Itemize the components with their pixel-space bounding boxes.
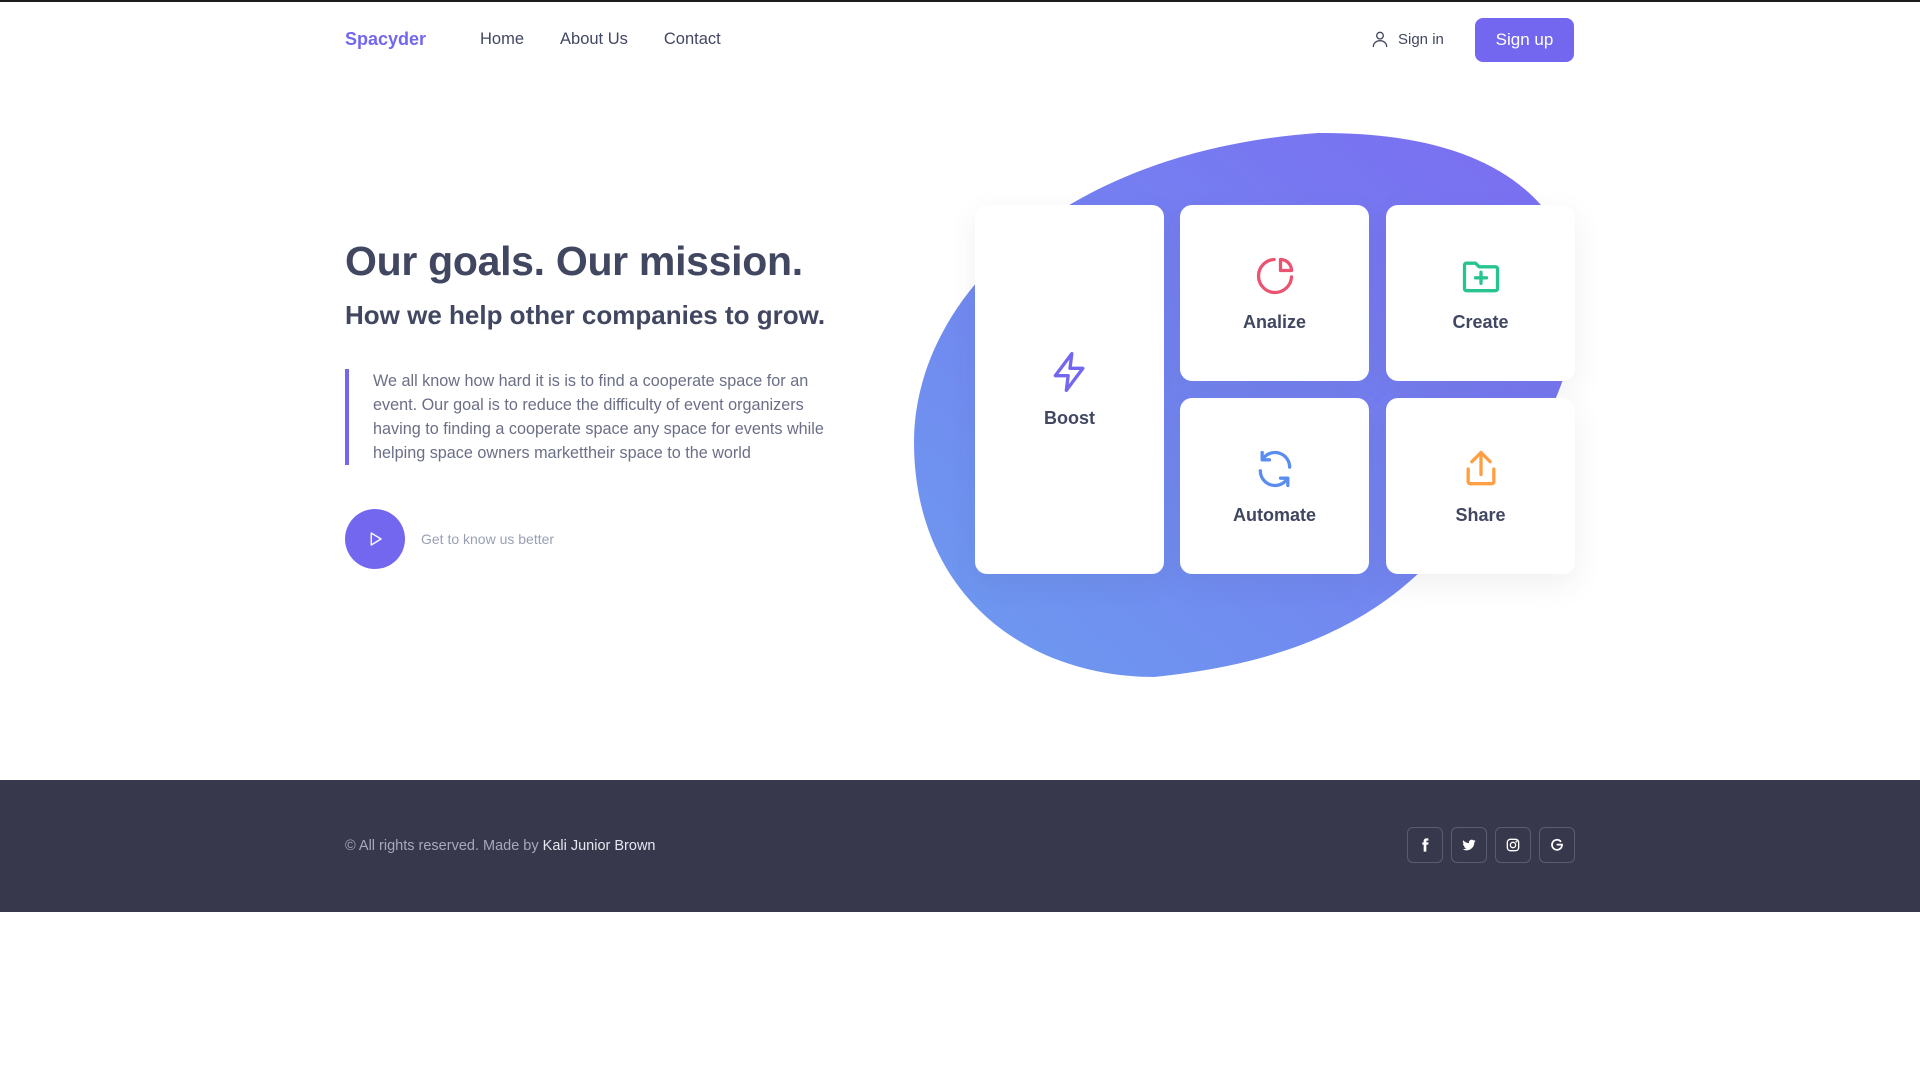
facebook-icon [1422,838,1429,852]
feature-card-create[interactable]: Create [1386,205,1575,381]
header: Spacyder Home About Us Contact Sign in S… [0,2,1920,76]
feature-card-boost[interactable]: Boost [975,205,1164,574]
sign-up-button[interactable]: Sign up [1475,18,1574,62]
video-cta: Get to know us better [345,509,554,569]
copyright-text: © All rights reserved. Made by [345,838,543,854]
twitter-icon [1462,839,1476,851]
feature-label: Create [1452,311,1509,332]
google-icon [1551,838,1563,851]
refresh-icon [1258,450,1291,487]
sign-in-label: Sign in [1398,30,1444,48]
video-cta-label[interactable]: Get to know us better [421,531,554,547]
feature-card-share[interactable]: Share [1386,398,1575,574]
logo[interactable]: Spacyder [345,29,426,50]
play-button[interactable] [345,509,405,569]
mission-description: We all know how hard it is is to find a … [373,372,824,462]
play-icon [370,532,382,546]
nav-contact[interactable]: Contact [664,30,721,49]
hero-title: Our goals. Our mission. [345,238,803,284]
feature-card-automate[interactable]: Automate [1180,398,1369,574]
main-nav: Home About Us Contact [480,30,721,49]
social-links [1407,827,1575,863]
nav-about-us[interactable]: About Us [560,30,628,49]
user-icon [1372,31,1388,48]
feature-label: Automate [1232,504,1316,525]
instagram-icon [1506,838,1520,852]
nav-home[interactable]: Home [480,30,524,49]
author-link[interactable]: Kali Junior Brown [543,838,656,854]
feature-card-analize[interactable]: Analize [1180,205,1369,381]
facebook-button[interactable] [1407,827,1443,863]
twitter-button[interactable] [1451,827,1487,863]
hero-subtitle: How we help other companies to grow. [345,300,826,330]
footer: © All rights reserved. Made by Kali Juni… [0,780,1920,912]
feature-label: Share [1455,504,1506,525]
instagram-button[interactable] [1495,827,1531,863]
lightning-icon [1053,352,1084,392]
feature-label: Analize [1242,311,1307,332]
mission-quote: We all know how hard it is is to find a … [345,369,845,465]
feature-label: Boost [1044,408,1095,428]
sign-in-link[interactable]: Sign in [1370,29,1444,49]
pie-chart-icon [1256,257,1293,294]
share-upload-icon [1466,450,1495,485]
folder-plus-icon [1462,261,1499,292]
google-button[interactable] [1539,827,1575,863]
copyright: © All rights reserved. Made by Kali Juni… [345,838,655,854]
